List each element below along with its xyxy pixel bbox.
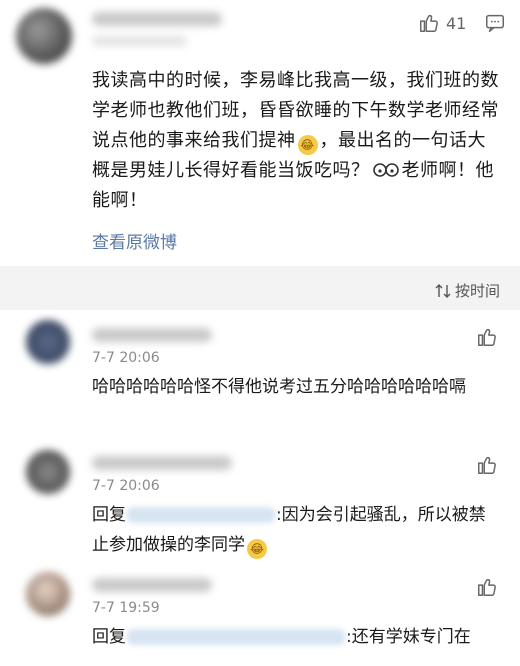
comment-author-name[interactable] — [92, 328, 212, 342]
sort-icon — [435, 283, 451, 298]
comment-like-icon[interactable] — [476, 454, 498, 476]
comment-author-name[interactable] — [92, 578, 212, 592]
comment-date: 7-7 20:06 — [92, 478, 160, 494]
view-original-link[interactable]: 查看原微博 — [92, 228, 177, 253]
comment-text: 回复 :还有学妹专门在 — [92, 622, 502, 652]
laughing-tears-emoji-icon: 😂 — [297, 135, 318, 155]
sort-toggle[interactable]: 按时间 — [435, 280, 500, 301]
comment-date: 7-7 19:59 — [92, 600, 160, 616]
like-count: 41 — [446, 14, 467, 33]
nerd-glasses-emoji-icon — [372, 163, 399, 177]
comment-avatar[interactable] — [26, 572, 70, 616]
author-avatar[interactable] — [16, 8, 72, 64]
post-text: 我读高中的时候，李易峰比我高一级，我们班的数学老师也教他们班，昏昏欲睡的下午数学… — [92, 66, 502, 216]
comment-icon[interactable] — [484, 12, 506, 34]
comment-avatar[interactable] — [26, 450, 70, 494]
sort-label: 按时间 — [454, 282, 500, 300]
comment-avatar[interactable] — [26, 320, 70, 364]
reply-text: :还有学妹专门在 — [346, 627, 471, 647]
reply-target-name[interactable] — [126, 507, 276, 523]
comment-author-name[interactable] — [92, 456, 232, 470]
reply-prefix: 回复 — [92, 505, 126, 525]
reply-target-name[interactable] — [126, 629, 346, 645]
comment-like-icon[interactable] — [476, 326, 498, 348]
thumbs-up-icon[interactable] — [418, 12, 440, 34]
laughing-tears-emoji-icon: 😂 — [247, 539, 267, 559]
comment-text: 回复:因为会引起骚乱，所以被禁止参加做操的李同学 😂 — [92, 500, 502, 560]
comment-like-icon[interactable] — [476, 576, 498, 598]
author-meta — [92, 36, 187, 46]
comment-text: 哈哈哈哈哈哈怪不得他说考过五分哈哈哈哈哈哈嗝 — [92, 377, 466, 397]
comment-date: 7-7 20:06 — [92, 350, 160, 366]
reply-prefix: 回复 — [92, 627, 126, 647]
author-name[interactable] — [92, 12, 222, 26]
